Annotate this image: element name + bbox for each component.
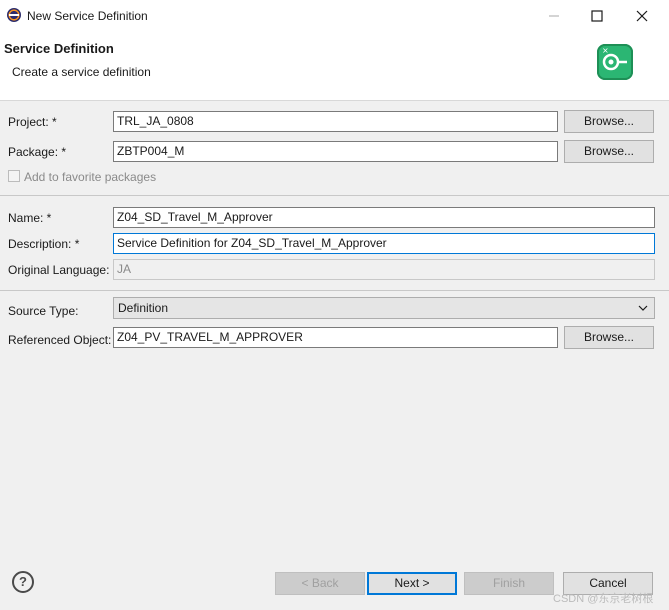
source-type-dropdown[interactable]: Definition xyxy=(113,297,655,319)
description-field[interactable]: Service Definition for Z04_SD_Travel_M_A… xyxy=(113,233,655,254)
help-icon[interactable]: ? xyxy=(12,571,34,593)
chevron-down-icon xyxy=(638,305,648,311)
name-label: Name: * xyxy=(8,211,52,225)
project-browse-button[interactable]: Browse... xyxy=(564,110,654,133)
wizard-title: Service Definition xyxy=(4,41,114,56)
maximize-button[interactable] xyxy=(574,0,620,31)
eclipse-icon xyxy=(7,8,21,22)
service-definition-wizard-icon: × xyxy=(597,44,633,80)
maximize-icon xyxy=(591,9,603,22)
original-language-label: Original Language: xyxy=(8,263,110,277)
project-field[interactable]: TRL_JA_0808 xyxy=(113,111,558,132)
source-type-label: Source Type: xyxy=(8,304,79,318)
next-button[interactable]: Next > xyxy=(367,572,457,595)
package-browse-button[interactable]: Browse... xyxy=(564,140,654,163)
project-label: Project: * xyxy=(8,115,57,129)
finish-button[interactable]: Finish xyxy=(464,572,554,595)
referenced-object-field[interactable]: Z04_PV_TRAVEL_M_APPROVER xyxy=(113,327,558,348)
referenced-object-browse-button[interactable]: Browse... xyxy=(564,326,654,349)
separator xyxy=(0,290,669,291)
back-button[interactable]: < Back xyxy=(275,572,365,595)
name-field[interactable]: Z04_SD_Travel_M_Approver xyxy=(113,207,655,228)
watermark: CSDN @东京老树根 xyxy=(553,593,654,605)
close-icon xyxy=(636,10,648,21)
package-label: Package: * xyxy=(8,145,67,159)
window-title: New Service Definition xyxy=(27,9,148,23)
referenced-object-label: Referenced Object: xyxy=(8,333,112,347)
source-type-value: Definition xyxy=(118,301,169,315)
close-button[interactable] xyxy=(619,0,665,31)
favorite-packages-checkbox[interactable] xyxy=(8,170,20,182)
favorite-packages-label: Add to favorite packages xyxy=(24,170,157,184)
description-label: Description: * xyxy=(8,237,80,251)
wizard-subtitle: Create a service definition xyxy=(12,65,151,79)
separator xyxy=(0,195,669,196)
minimize-button[interactable] xyxy=(531,0,577,31)
svg-text:×: × xyxy=(602,46,609,55)
package-field[interactable]: ZBTP004_M xyxy=(113,141,558,162)
minimize-icon xyxy=(549,15,559,16)
original-language-field: JA xyxy=(113,259,655,280)
